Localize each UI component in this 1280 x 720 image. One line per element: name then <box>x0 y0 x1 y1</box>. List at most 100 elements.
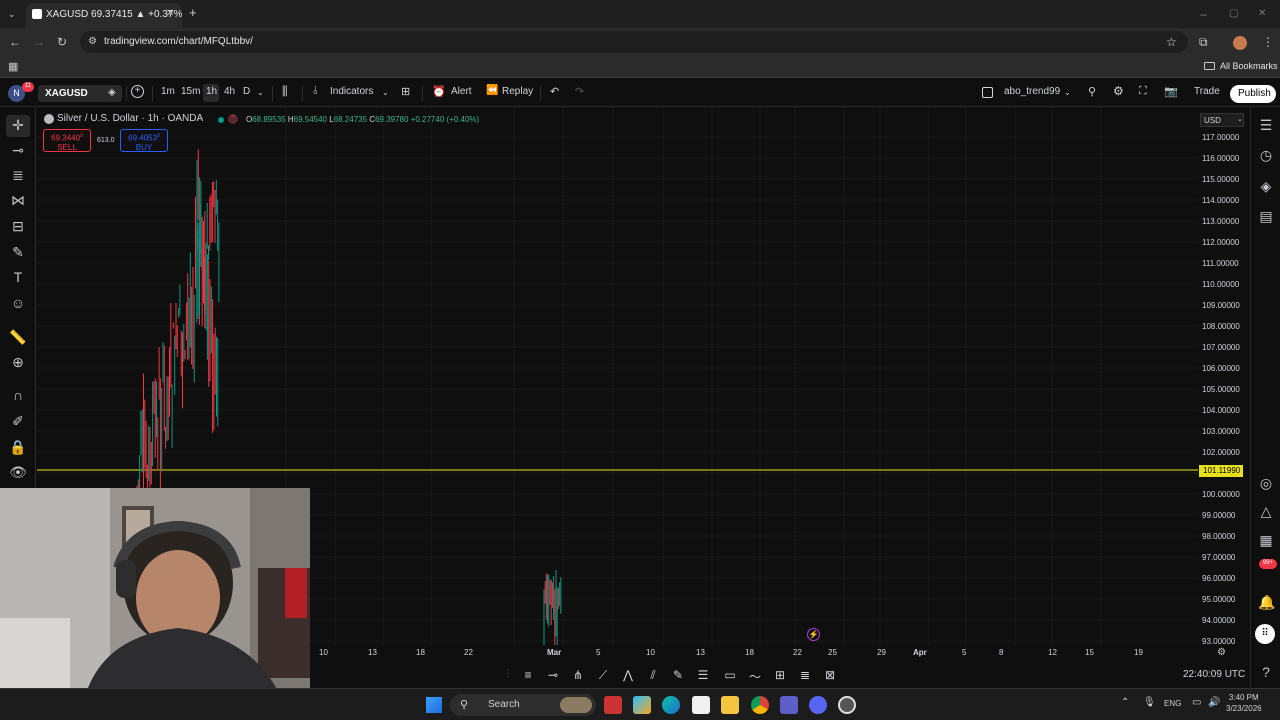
volume-icon[interactable]: 🔊 <box>1208 697 1220 708</box>
undo-icon[interactable]: ↶ <box>550 85 559 98</box>
quick-search-icon[interactable]: ⚲ <box>1088 85 1096 98</box>
fib-levels-icon[interactable]: ☰ <box>695 668 711 682</box>
apps-dots-icon[interactable]: ⠿ <box>1255 624 1275 644</box>
trade-button[interactable]: Trade <box>1194 86 1220 97</box>
pitchfork-icon[interactable]: ⋔ <box>570 668 586 682</box>
back-icon[interactable]: ← <box>9 36 21 48</box>
system-clock[interactable]: 3:40 PM 3/23/2026 <box>1226 692 1262 714</box>
chrome-menu-icon[interactable]: ⋮ <box>1262 36 1274 48</box>
price-axis[interactable]: 117.00000 116.00000 115.00000 114.00000 113.… <box>1198 108 1250 660</box>
chrome-icon[interactable] <box>751 696 769 714</box>
display-icon[interactable]: ▭ <box>1192 697 1201 708</box>
magnet-icon[interactable]: ∩ <box>9 387 27 403</box>
windows-start-icon[interactable] <box>426 697 442 713</box>
trend-line-icon[interactable]: ⟋ <box>595 668 611 683</box>
buy-button[interactable]: 69.40539 BUY <box>120 129 168 152</box>
alerts-clock-icon[interactable]: ◷ <box>1258 147 1274 164</box>
hide-drawings-icon[interactable]: 👁 <box>9 464 27 481</box>
interval-1m[interactable]: 1m <box>161 86 175 97</box>
interval-d[interactable]: D <box>243 86 250 97</box>
brush-tool-icon[interactable]: ✎ <box>9 244 27 261</box>
interval-15m[interactable]: 15m <box>181 86 200 97</box>
interval-1h[interactable]: 1h <box>206 86 217 97</box>
redo-icon[interactable]: ↷ <box>575 85 584 98</box>
taskbar-search[interactable]: ⚲ Search <box>450 694 596 716</box>
bookmark-star-icon[interactable]: ☆ <box>1166 35 1177 49</box>
chart-legend[interactable]: Silver / U.S. Dollar · 1h · OANDA ≈ <box>44 113 238 124</box>
horizontal-ray-icon[interactable]: ⊸ <box>545 668 561 682</box>
stay-drawing-icon[interactable]: ✐ <box>9 413 27 430</box>
fullscreen-icon[interactable]: ⛶ <box>1139 85 1147 98</box>
close-window-icon[interactable]: ✕ <box>1258 8 1266 20</box>
legend-flag-icon[interactable]: ≈ <box>228 114 238 124</box>
time-axis-settings-icon[interactable]: ⚙ <box>1217 647 1226 658</box>
profile-avatar[interactable] <box>1233 36 1247 50</box>
layout-checkbox-icon[interactable] <box>982 87 993 98</box>
all-bookmarks-label[interactable]: All Bookmarks <box>1220 61 1278 71</box>
text-tool-icon[interactable]: T <box>9 269 27 285</box>
copilot-icon[interactable] <box>633 696 651 714</box>
alert-clock-icon[interactable]: ⏰ <box>432 85 446 98</box>
calendar-icon[interactable]: ▦ <box>1258 532 1274 549</box>
pattern-tool-icon[interactable]: ⋈ <box>9 192 27 209</box>
horizontal-lines-icon[interactable]: ≡ <box>520 668 536 682</box>
utc-clock[interactable]: 22:40:09 UTC <box>1183 669 1245 680</box>
notepad-icon[interactable] <box>692 696 710 714</box>
bookmarks-folder-icon[interactable] <box>1204 62 1215 70</box>
microphone-icon[interactable]: 🎙 <box>1143 697 1156 708</box>
close-tab-icon[interactable]: ✕ <box>166 8 174 20</box>
chat-icon[interactable]: ▤ <box>1258 208 1274 225</box>
app-red-icon[interactable] <box>604 696 622 714</box>
layouts-grid-icon[interactable]: ⊞ <box>401 85 410 98</box>
discord-icon[interactable] <box>809 696 827 714</box>
elliott-wave-icon[interactable]: ⋀ <box>620 668 636 682</box>
gann-box-icon[interactable]: ⊞ <box>772 668 788 682</box>
help-icon[interactable]: ? <box>1258 664 1274 680</box>
layout-dropdown-icon[interactable]: ⌄ <box>1064 88 1071 97</box>
parallel-channel-icon[interactable]: ⫽ <box>645 668 661 683</box>
fib-channel-icon[interactable]: ≣ <box>797 668 813 682</box>
tray-overflow-icon[interactable]: ⌃ <box>1121 697 1129 708</box>
emoji-tool-icon[interactable]: ☺ <box>9 295 27 311</box>
notifications-bell-icon[interactable]: 🔔 <box>1258 594 1275 611</box>
zoom-in-icon[interactable]: ⊕ <box>9 354 27 371</box>
path-icon[interactable]: 〜 <box>747 668 763 685</box>
replay-icon[interactable]: ⏪ <box>486 85 498 96</box>
publish-button[interactable]: Publish <box>1230 85 1276 103</box>
rectangle-icon[interactable]: ▭ <box>722 668 738 682</box>
drag-handle-icon[interactable]: ⋮ <box>500 668 516 679</box>
watchlist-icon[interactable]: ☰ <box>1258 117 1274 134</box>
tab-search-icon[interactable]: ⌄ <box>8 8 16 20</box>
edge-icon[interactable] <box>662 696 680 714</box>
event-marker-icon[interactable]: ⚡ <box>807 628 820 641</box>
sell-button[interactable]: 69.34400 SELL <box>43 129 91 152</box>
fib-retracement-icon[interactable]: ≣ <box>9 167 27 184</box>
reload-icon[interactable]: ↻ <box>57 36 67 48</box>
teams-icon[interactable] <box>780 696 798 714</box>
maximize-icon[interactable]: ▢ <box>1229 8 1238 20</box>
language-indicator[interactable]: ENG <box>1164 699 1181 708</box>
lock-drawings-icon[interactable]: 🔒 <box>9 439 27 456</box>
chart-type-icon[interactable]: ⫼ <box>282 84 288 99</box>
symbol-options-icon[interactable]: ◈ <box>108 87 116 98</box>
pen-icon[interactable]: ✎ <box>670 668 686 682</box>
snapshot-camera-icon[interactable]: 📷 <box>1164 85 1178 98</box>
indicator-templates-icon[interactable]: ⌄ <box>382 88 389 97</box>
site-info-icon[interactable]: ⚙ <box>88 36 97 47</box>
app-circle-icon[interactable] <box>838 696 856 714</box>
ruler-icon[interactable]: 📏 <box>9 329 27 346</box>
new-tab-icon[interactable]: + <box>189 6 197 19</box>
minimize-icon[interactable]: – <box>1200 8 1207 20</box>
interval-dropdown-icon[interactable]: ⌄ <box>257 88 264 97</box>
alert-button[interactable]: Alert <box>451 86 472 97</box>
apps-grid-icon[interactable]: ▦ <box>8 61 18 73</box>
file-explorer-icon[interactable] <box>721 696 739 714</box>
url-field[interactable]: ⚙ tradingview.com/chart/MFQLtbbv/ ☆ <box>80 31 1188 53</box>
trend-line-icon[interactable]: ⊸ <box>9 142 27 159</box>
replay-button[interactable]: Replay <box>502 86 533 97</box>
layout-name[interactable]: abo_trend99 <box>1004 86 1060 97</box>
indicators-icon[interactable]: ⫰ <box>313 85 318 98</box>
extensions-icon[interactable]: ⧉ <box>1199 36 1208 48</box>
settings-gear-icon[interactable]: ⚙ <box>1113 84 1124 98</box>
prediction-tool-icon[interactable]: ⊟ <box>9 218 27 235</box>
